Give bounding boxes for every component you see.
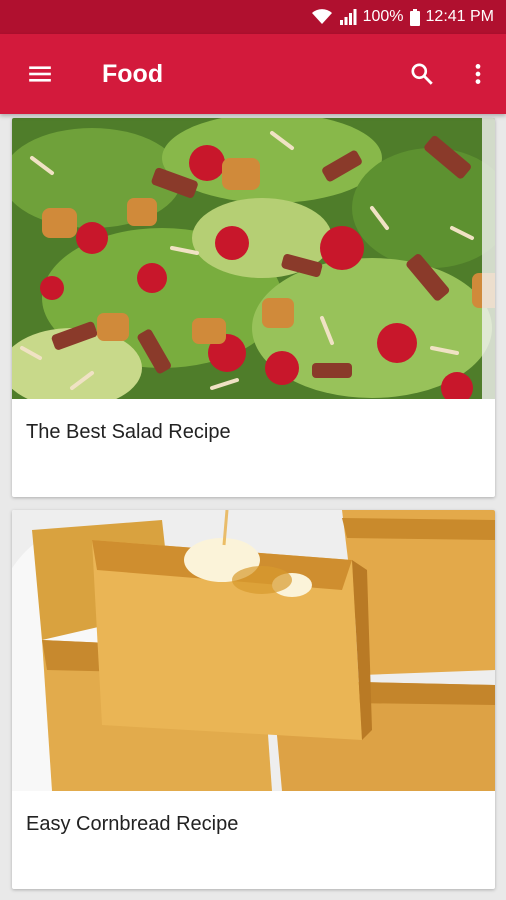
battery-icon bbox=[409, 8, 420, 26]
status-bar: 100% 12:41 PM bbox=[0, 0, 506, 34]
cornbread-photo bbox=[12, 510, 495, 791]
menu-button[interactable] bbox=[0, 34, 80, 114]
menu-icon bbox=[29, 66, 51, 82]
overflow-menu-button[interactable] bbox=[450, 34, 506, 114]
recipe-card[interactable]: The Best Salad Recipe bbox=[12, 118, 495, 497]
signal-icon bbox=[339, 9, 357, 25]
page-title: Food bbox=[102, 59, 164, 88]
recipe-title: Easy Cornbread Recipe bbox=[26, 813, 239, 835]
recipe-card[interactable]: Easy Cornbread Recipe bbox=[12, 510, 495, 889]
salad-photo bbox=[12, 118, 495, 399]
search-button[interactable] bbox=[394, 34, 450, 114]
app-bar: Food bbox=[0, 34, 506, 114]
wifi-icon bbox=[311, 9, 333, 25]
recipe-title: The Best Salad Recipe bbox=[26, 421, 231, 443]
battery-percent: 100% bbox=[362, 8, 404, 25]
overflow-icon bbox=[475, 64, 481, 84]
recipe-feed[interactable]: The Best Salad Recipe Easy Cornbread Rec… bbox=[0, 114, 506, 900]
search-icon bbox=[411, 63, 433, 85]
status-time: 12:41 PM bbox=[425, 8, 494, 25]
